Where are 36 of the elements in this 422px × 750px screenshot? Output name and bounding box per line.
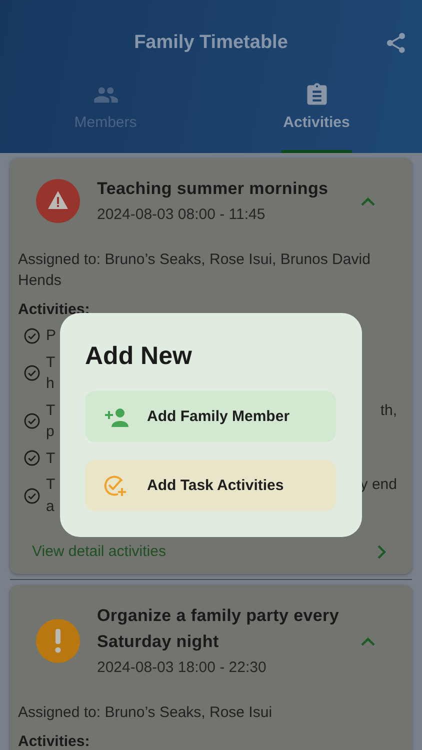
check-circle-icon bbox=[24, 450, 40, 466]
assigned-text: Assigned to: Bruno’s Seaks, Rose Isui bbox=[18, 703, 274, 723]
chevron-right-icon bbox=[377, 544, 386, 558]
warning-icon bbox=[36, 179, 80, 223]
chevron-up-icon[interactable] bbox=[361, 636, 375, 646]
activity-text: P bbox=[46, 326, 56, 346]
add-member-button[interactable]: Add Family Member bbox=[85, 391, 336, 442]
activity-title: Teaching summer mornings bbox=[97, 178, 330, 200]
activity-time: 2024-08-03 18:00 - 22:30 bbox=[97, 658, 268, 678]
activity-title: Organize a family party every Saturday night bbox=[97, 605, 340, 653]
check-circle-icon bbox=[24, 328, 40, 344]
check-circle-icon bbox=[24, 413, 40, 429]
add-task-button[interactable]: Add Task Activities bbox=[85, 460, 336, 511]
chevron-up-icon[interactable] bbox=[361, 196, 375, 206]
activity-text: T bbox=[46, 475, 56, 495]
activity-text: p bbox=[46, 422, 54, 442]
activities-heading: Activities: bbox=[18, 732, 91, 750]
task-add-icon bbox=[103, 474, 129, 498]
check-circle-icon bbox=[24, 365, 40, 381]
view-detail-link[interactable]: View detail activities bbox=[18, 543, 397, 560]
tab[interactable]: Activities bbox=[211, 82, 422, 153]
exclamation-icon bbox=[36, 619, 80, 663]
activity-time: 2024-08-03 08:00 - 11:45 bbox=[97, 205, 266, 225]
activity-text: T bbox=[46, 400, 56, 420]
share-icon[interactable] bbox=[384, 31, 408, 55]
activity-text: T bbox=[46, 352, 56, 372]
assigned-text: Assigned to: Bruno’s Seaks, Rose Isui, Brunos David Hends bbox=[18, 250, 372, 291]
activities-heading: Activities: bbox=[18, 300, 91, 320]
activity-text: a bbox=[46, 496, 54, 516]
activity-text: h bbox=[46, 374, 54, 394]
dialog-title: Add New bbox=[85, 341, 193, 371]
activity-text: T bbox=[46, 448, 56, 468]
app-title: Family Timetable bbox=[134, 32, 288, 54]
check-circle-icon bbox=[24, 488, 40, 504]
activity-text: th, bbox=[380, 400, 397, 420]
add-person-icon bbox=[103, 406, 129, 426]
